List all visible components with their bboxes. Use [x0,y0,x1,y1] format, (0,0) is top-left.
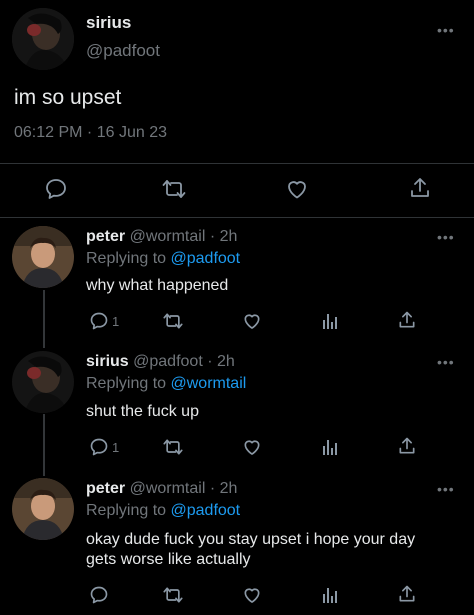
avatar-sirius[interactable] [12,351,74,413]
reply-time: · 2h [209,480,238,497]
reply-text: shut the fuck up [86,403,199,420]
divider [0,217,474,218]
retweet-icon[interactable] [161,584,185,606]
like-icon[interactable] [241,436,263,458]
reply-count: 1 [112,314,120,329]
replying-to-handle[interactable]: @wormtail [171,375,247,392]
reply-header: peter @wormtail · 2h [86,228,237,246]
reply-display-name[interactable]: peter [86,228,125,245]
reply-handle[interactable]: @padfoot [133,353,203,370]
main-handle[interactable]: @padfoot [86,41,160,61]
analytics-icon[interactable] [320,584,340,606]
thread-line [43,414,45,476]
more-dots-icon[interactable]: ••• [437,229,455,245]
reply-text: why what happened [86,277,229,294]
replying-to-label: Replying to [86,250,167,267]
share-icon[interactable] [407,175,433,201]
reply-icon[interactable] [88,436,110,458]
reply-text-line: okay dude fuck you stay upset i hope you… [86,531,416,548]
retweet-icon[interactable] [160,176,188,202]
replying-to: Replying to @padfoot [86,502,240,520]
reply-icon[interactable] [88,310,110,332]
reply-header: sirius @padfoot · 2h [86,353,235,371]
replying-to-handle[interactable]: @padfoot [171,502,241,519]
reply-display-name[interactable]: sirius [86,353,129,370]
reply-text: okay dude fuck you stay upset i hope you… [86,530,415,570]
replying-to-label: Replying to [86,502,167,519]
retweet-icon[interactable] [161,436,185,458]
replying-to-label: Replying to [86,375,167,392]
reply-icon[interactable] [43,176,69,202]
replying-to-handle[interactable]: @padfoot [171,250,241,267]
analytics-icon[interactable] [320,310,340,332]
avatar-sirius[interactable] [12,8,74,70]
reply-handle[interactable]: @wormtail [130,228,206,245]
reply-handle[interactable]: @wormtail [130,480,206,497]
avatar-peter[interactable] [12,226,74,288]
reply-header: peter @wormtail · 2h [86,480,237,498]
reply-text-line: gets worse like actually [86,551,251,568]
reply-icon[interactable] [88,584,110,606]
like-icon[interactable] [241,310,263,332]
main-tweet-text: im so upset [14,86,122,109]
avatar-peter[interactable] [12,478,74,540]
main-timestamp[interactable]: 06:12 PM · 16 Jun 23 [14,124,167,142]
analytics-icon[interactable] [320,436,340,458]
reply-count: 1 [112,440,120,455]
more-dots-icon[interactable]: ••• [437,22,455,38]
reply-time: · 2h [209,228,238,245]
replying-to: Replying to @wormtail [86,375,246,393]
retweet-icon[interactable] [161,310,185,332]
more-dots-icon[interactable]: ••• [437,354,455,370]
like-icon[interactable] [241,584,263,606]
reply-time: · 2h [207,353,235,370]
main-display-name[interactable]: sirius [86,13,131,33]
divider [0,163,474,164]
share-icon[interactable] [396,435,418,457]
reply-display-name[interactable]: peter [86,480,125,497]
more-dots-icon[interactable]: ••• [437,481,455,497]
replying-to: Replying to @padfoot [86,250,240,268]
share-icon[interactable] [396,583,418,605]
thread-line [43,290,45,348]
like-icon[interactable] [284,176,310,202]
share-icon[interactable] [396,309,418,331]
